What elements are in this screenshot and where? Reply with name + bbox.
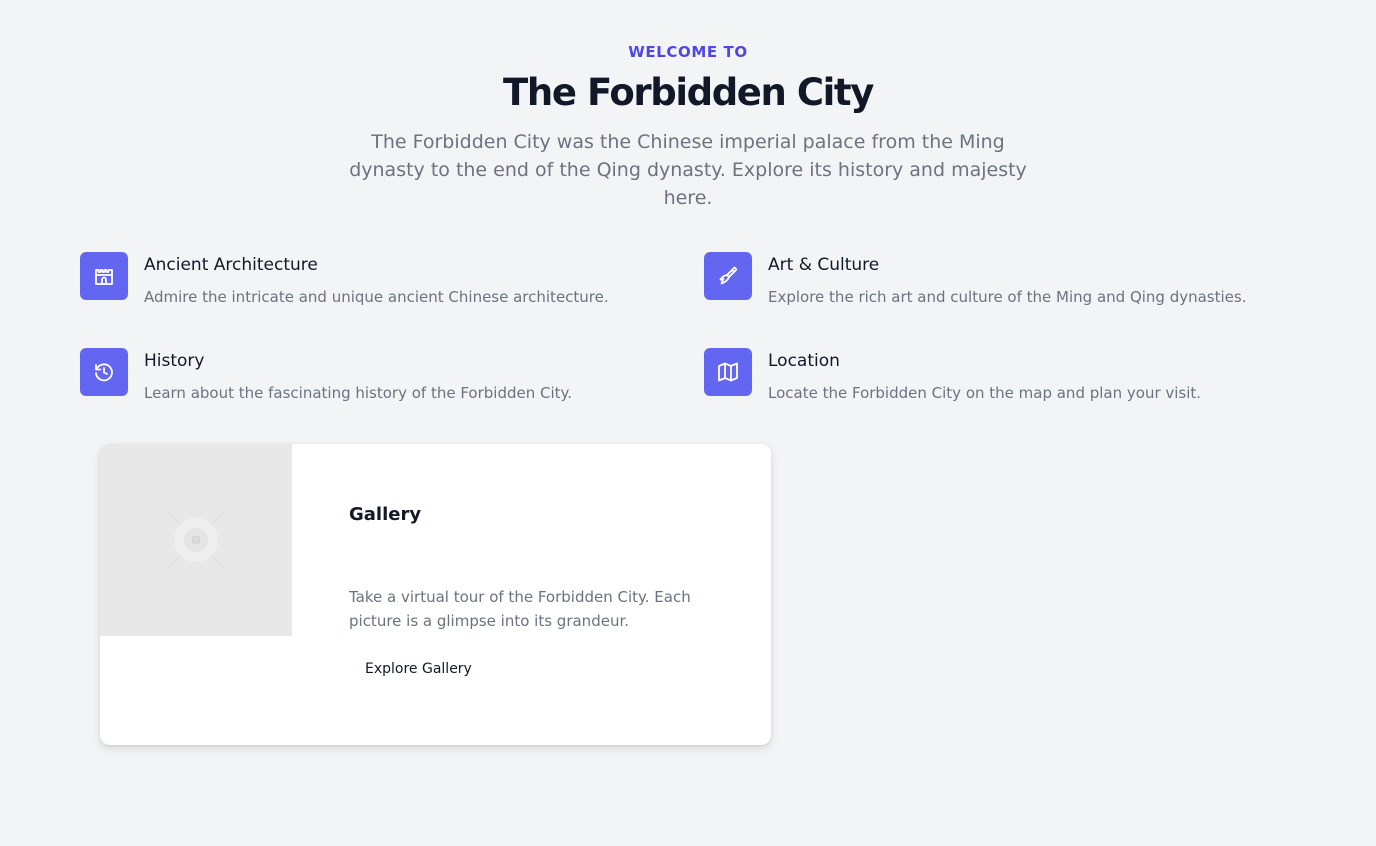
gallery-description: Take a virtual tour of the Forbidden Cit…: [349, 588, 691, 630]
history-icon: [80, 348, 128, 396]
gallery-title: Gallery: [349, 504, 422, 525]
feature-description: Learn about the fascinating history of t…: [144, 384, 573, 402]
hero-description: The Forbidden City was the Chinese imper…: [349, 131, 1027, 209]
feature-description: Locate the Forbidden City on the map and…: [768, 384, 1202, 402]
feature-title: Location: [768, 351, 840, 371]
feature-description: Admire the intricate and unique ancient …: [144, 288, 609, 306]
image-placeholder-icon: [167, 511, 225, 569]
gallery-image: [100, 444, 292, 636]
feature-art-culture: Art & Culture Explore the rich art and c…: [704, 252, 1324, 312]
page-title: The Forbidden City: [503, 71, 874, 114]
page: WELCOME TO The Forbidden City The Forbid…: [0, 0, 1376, 846]
feature-title: Art & Culture: [768, 255, 880, 275]
paintbrush-icon: [704, 252, 752, 300]
map-icon: [704, 348, 752, 396]
feature-title: History: [144, 351, 205, 371]
feature-title: Ancient Architecture: [144, 255, 318, 275]
hero-eyebrow: WELCOME TO: [628, 43, 748, 61]
explore-gallery-button[interactable]: Explore Gallery: [349, 656, 488, 682]
feature-description: Explore the rich art and culture of the …: [768, 288, 1247, 306]
feature-history: History Learn about the fascinating hist…: [80, 348, 700, 408]
gallery-card: Gallery Take a virtual tour of the Forbi…: [100, 444, 771, 745]
feature-location: Location Locate the Forbidden City on th…: [704, 348, 1324, 408]
feature-ancient-architecture: Ancient Architecture Admire the intricat…: [80, 252, 700, 312]
castle-icon: [80, 252, 128, 300]
